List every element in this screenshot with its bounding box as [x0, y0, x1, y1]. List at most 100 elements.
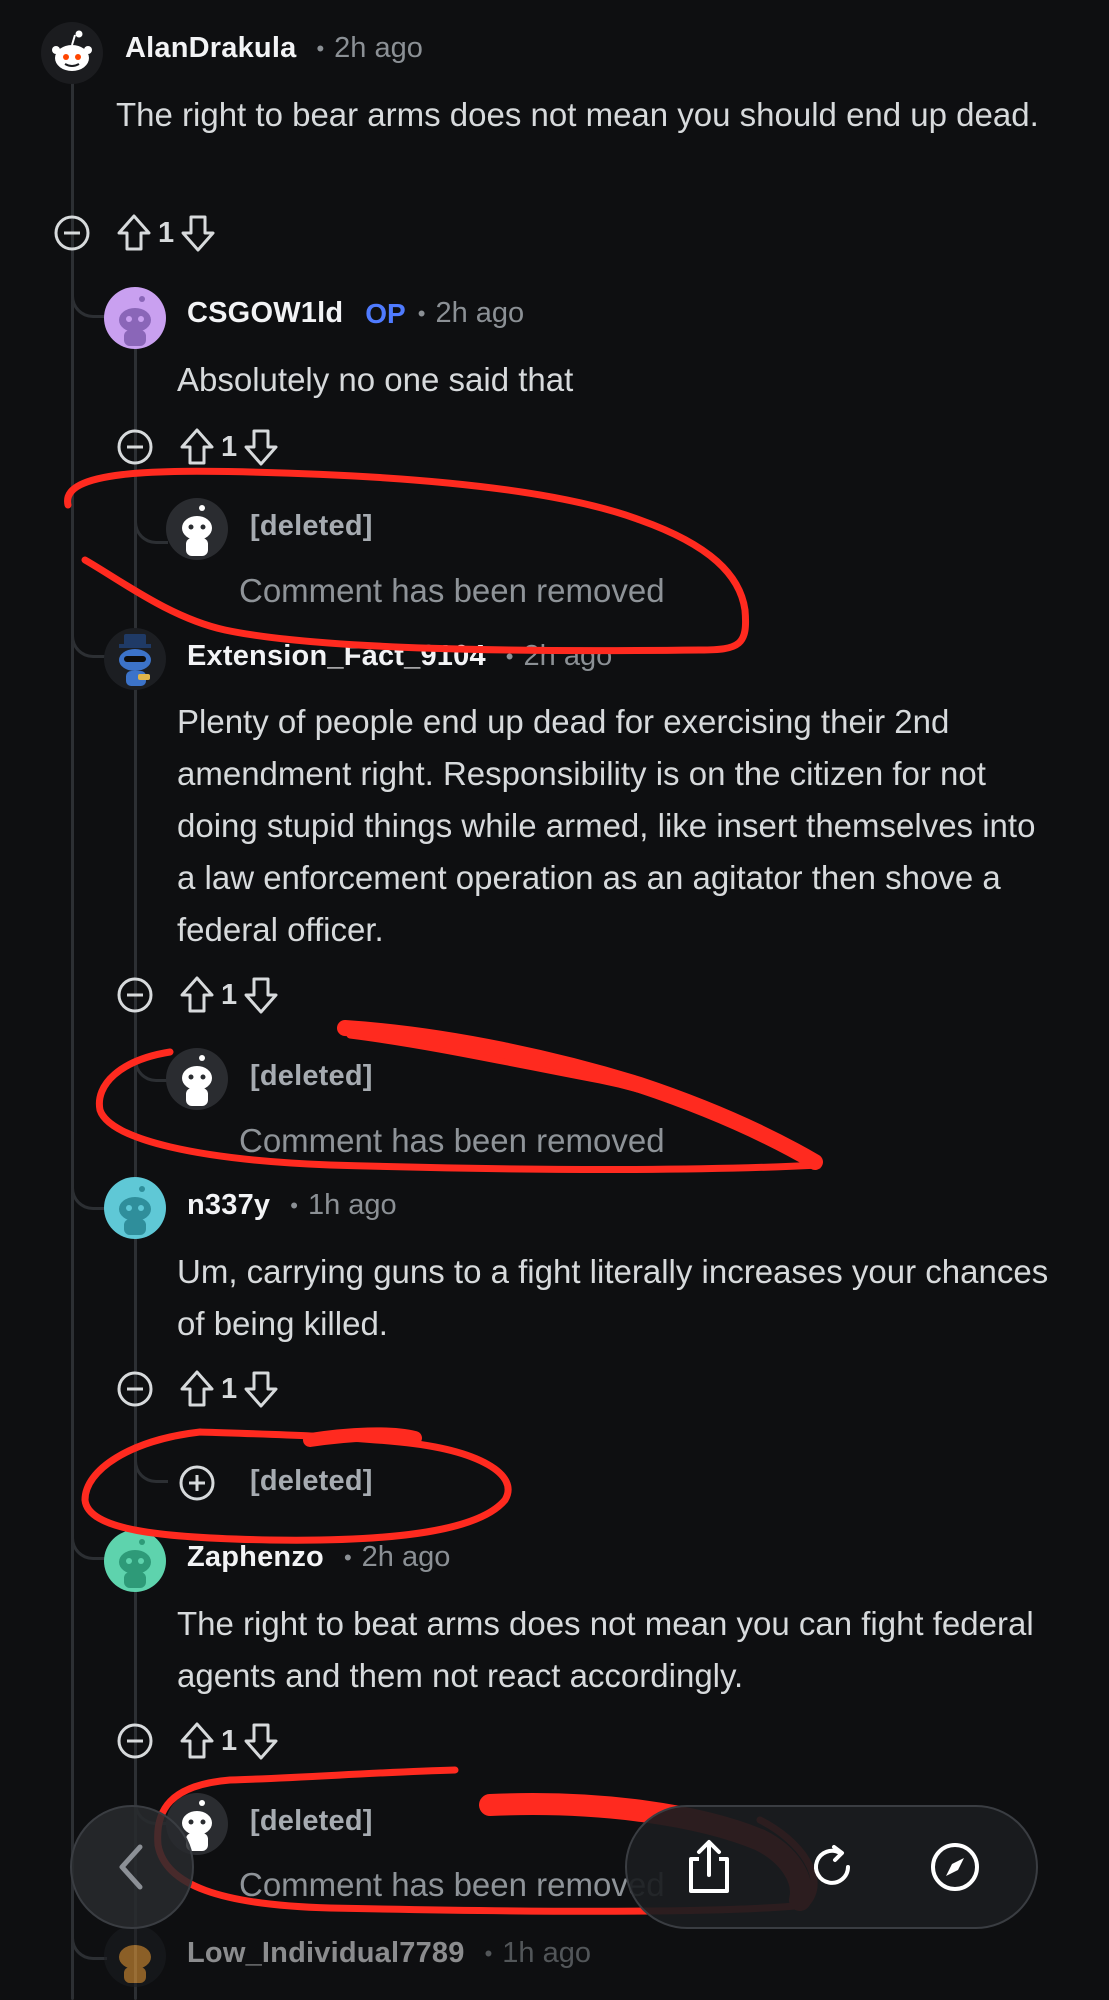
avatar[interactable]	[104, 287, 166, 349]
snoo-icon	[119, 296, 151, 346]
comment-actions: 1	[115, 1364, 283, 1414]
snoo-icon	[182, 1055, 212, 1106]
username-deleted: [deleted]	[250, 510, 373, 542]
minus-circle-icon	[117, 1371, 153, 1407]
downvote-button[interactable]	[239, 973, 283, 1017]
collapse-button[interactable]	[115, 1721, 155, 1761]
downvote-button[interactable]	[239, 1719, 283, 1763]
minus-circle-icon	[54, 215, 90, 251]
collapse-button[interactable]	[52, 213, 92, 253]
annotation-scribble	[303, 1427, 422, 1447]
upvote-button[interactable]	[175, 973, 219, 1017]
minus-circle-icon	[117, 977, 153, 1013]
vote-score: 1	[221, 978, 238, 1011]
comment-actions: 1	[115, 970, 283, 1020]
thread-elbow	[71, 252, 107, 318]
timestamp: 2h ago	[523, 640, 613, 672]
reload-icon	[813, 1845, 850, 1885]
comment-meta: Low_Individual7789 • 1h ago	[187, 1937, 591, 1970]
deleted-avatar	[166, 1048, 228, 1110]
comment-actions: 1	[115, 1716, 283, 1766]
downvote-button[interactable]	[239, 1367, 283, 1411]
arrow-up-icon	[180, 428, 214, 465]
avatar[interactable]	[104, 1177, 166, 1239]
arrow-up-icon	[180, 976, 214, 1013]
arrow-down-icon	[244, 1723, 278, 1760]
comment-meta: n337y • 1h ago	[187, 1189, 397, 1222]
username[interactable]: Low_Individual7789	[187, 1937, 465, 1970]
comment-meta: Zaphenzo • 2h ago	[187, 1541, 450, 1574]
username[interactable]: AlanDrakula	[125, 32, 296, 65]
downvote-button[interactable]	[239, 425, 283, 469]
username-deleted: [deleted]	[250, 1465, 373, 1497]
upvote-button[interactable]	[175, 1719, 219, 1763]
separator-dot: •	[316, 35, 325, 61]
plus-circle-icon	[179, 1465, 215, 1501]
snoo-icon	[182, 505, 212, 556]
separator-dot: •	[505, 643, 514, 669]
snoo-icon	[52, 30, 92, 71]
avatar[interactable]	[104, 628, 166, 690]
comment-actions: 1	[52, 208, 220, 258]
thread-elbow	[134, 1405, 168, 1483]
username[interactable]: Zaphenzo	[187, 1541, 324, 1574]
comment-meta: CSGOW1ld OP • 2h ago	[187, 297, 524, 330]
removed-notice: Comment has been removed	[239, 1122, 665, 1159]
snoo-icon	[119, 1186, 151, 1235]
comment-meta: [deleted]	[250, 1465, 373, 1498]
upvote-button[interactable]	[175, 1367, 219, 1411]
username[interactable]: CSGOW1ld	[187, 297, 343, 330]
browser-toolbar	[625, 1805, 1038, 1929]
reload-button[interactable]	[792, 1827, 872, 1907]
upvote-button[interactable]	[112, 211, 156, 255]
annotation-scribble	[64, 467, 750, 655]
minus-circle-icon	[117, 1723, 153, 1759]
timestamp: 1h ago	[307, 1189, 397, 1221]
thread-elbow	[71, 566, 107, 658]
vote-score: 1	[221, 1372, 238, 1405]
timestamp: 2h ago	[435, 297, 525, 329]
username-deleted: [deleted]	[250, 1060, 373, 1092]
thread-elbow	[71, 1460, 107, 1560]
arrow-down-icon	[181, 215, 215, 252]
comment-meta: [deleted]	[250, 1060, 373, 1093]
minus-circle-icon	[117, 429, 153, 465]
timestamp: 2h ago	[361, 1541, 451, 1573]
removed-notice: Comment has been removed	[239, 1866, 665, 1903]
arrow-down-icon	[244, 977, 278, 1014]
avatar[interactable]	[104, 1925, 166, 1987]
collapse-button[interactable]	[115, 975, 155, 1015]
username[interactable]: n337y	[187, 1189, 270, 1222]
thread-line-root	[71, 82, 74, 2000]
collapse-button[interactable]	[115, 1369, 155, 1409]
timestamp: 1h ago	[502, 1937, 591, 1969]
thread-elbow	[71, 1110, 107, 1210]
share-icon	[688, 1840, 729, 1893]
separator-dot: •	[290, 1192, 298, 1218]
expand-button[interactable]	[175, 1461, 219, 1505]
arrow-up-icon	[180, 1722, 214, 1759]
comment-actions: 1	[115, 422, 283, 472]
comment-body: Absolutely no one said that	[177, 361, 574, 398]
avatar[interactable]	[104, 1530, 166, 1592]
arrow-up-icon	[117, 214, 151, 251]
avatar[interactable]	[41, 22, 103, 84]
arrow-up-icon	[180, 1370, 214, 1407]
separator-dot: •	[343, 1544, 352, 1570]
snoo-icon	[119, 1945, 151, 1983]
op-badge: OP	[365, 297, 406, 329]
collapse-button[interactable]	[115, 427, 155, 467]
separator-dot: •	[484, 1940, 493, 1966]
comment-body: The right to beat arms does not mean you…	[177, 1605, 1034, 1694]
open-in-browser-button[interactable]	[915, 1827, 995, 1907]
username[interactable]: Extension_Fact_9104	[187, 640, 486, 673]
back-button[interactable]	[70, 1805, 194, 1929]
username-deleted: [deleted]	[250, 1805, 373, 1837]
comment-meta: [deleted]	[250, 1805, 373, 1838]
downvote-button[interactable]	[176, 211, 220, 255]
share-button[interactable]	[669, 1827, 749, 1907]
thread-elbow	[134, 462, 168, 544]
upvote-button[interactable]	[175, 425, 219, 469]
arrow-down-icon	[244, 1371, 278, 1408]
compass-icon	[930, 1843, 979, 1891]
